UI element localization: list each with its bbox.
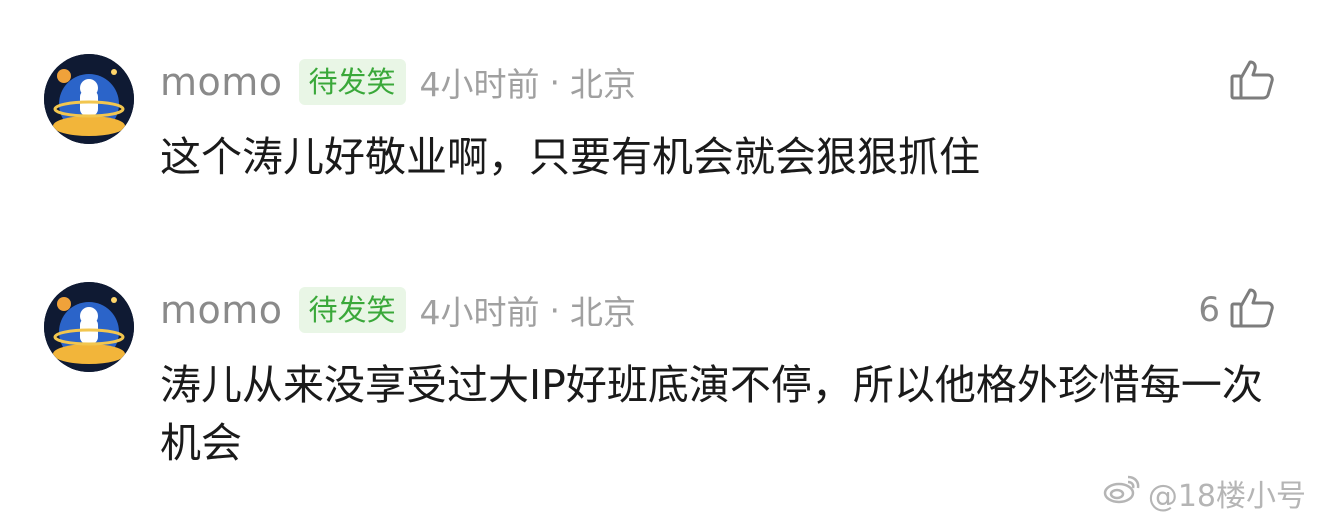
meta-separator: · bbox=[549, 62, 561, 102]
avatar[interactable] bbox=[44, 282, 134, 372]
like-button[interactable]: 6 bbox=[1198, 282, 1276, 338]
comment-meta: momo 待发笑 4小时前 · 北京 bbox=[160, 54, 636, 110]
location: 北京 bbox=[570, 293, 637, 332]
comment-text: 这个涛儿好敬业啊，只要有机会就会狠狠抓住 bbox=[160, 133, 980, 181]
username[interactable]: momo bbox=[160, 288, 283, 332]
thumbs-up-icon bbox=[1228, 56, 1276, 108]
weibo-icon bbox=[1102, 473, 1148, 513]
watermark: @18楼小号 bbox=[1102, 471, 1306, 515]
username[interactable]: momo bbox=[160, 60, 283, 104]
like-count: 6 bbox=[1198, 290, 1220, 330]
comment-text: 涛儿从来没享受过大IP好班底演不停，所以他格外珍惜每一次机会 bbox=[160, 361, 1263, 467]
comment-meta: momo 待发笑 4小时前 · 北京 bbox=[160, 282, 636, 338]
comment-list: momo 待发笑 4小时前 · 北京 这个涛儿好敬业啊，只要有机会就会狠狠抓住 bbox=[0, 0, 1320, 523]
like-button[interactable] bbox=[1220, 54, 1276, 110]
timestamp: 4小时前 bbox=[419, 293, 540, 332]
watermark-text: @18楼小号 bbox=[1147, 479, 1306, 514]
user-badge: 待发笑 bbox=[298, 287, 406, 333]
thumbs-up-icon bbox=[1228, 284, 1276, 336]
meta-separator: · bbox=[549, 290, 561, 330]
location: 北京 bbox=[570, 65, 637, 104]
avatar[interactable] bbox=[44, 54, 134, 144]
timestamp: 4小时前 bbox=[419, 65, 540, 104]
user-badge: 待发笑 bbox=[298, 59, 406, 105]
